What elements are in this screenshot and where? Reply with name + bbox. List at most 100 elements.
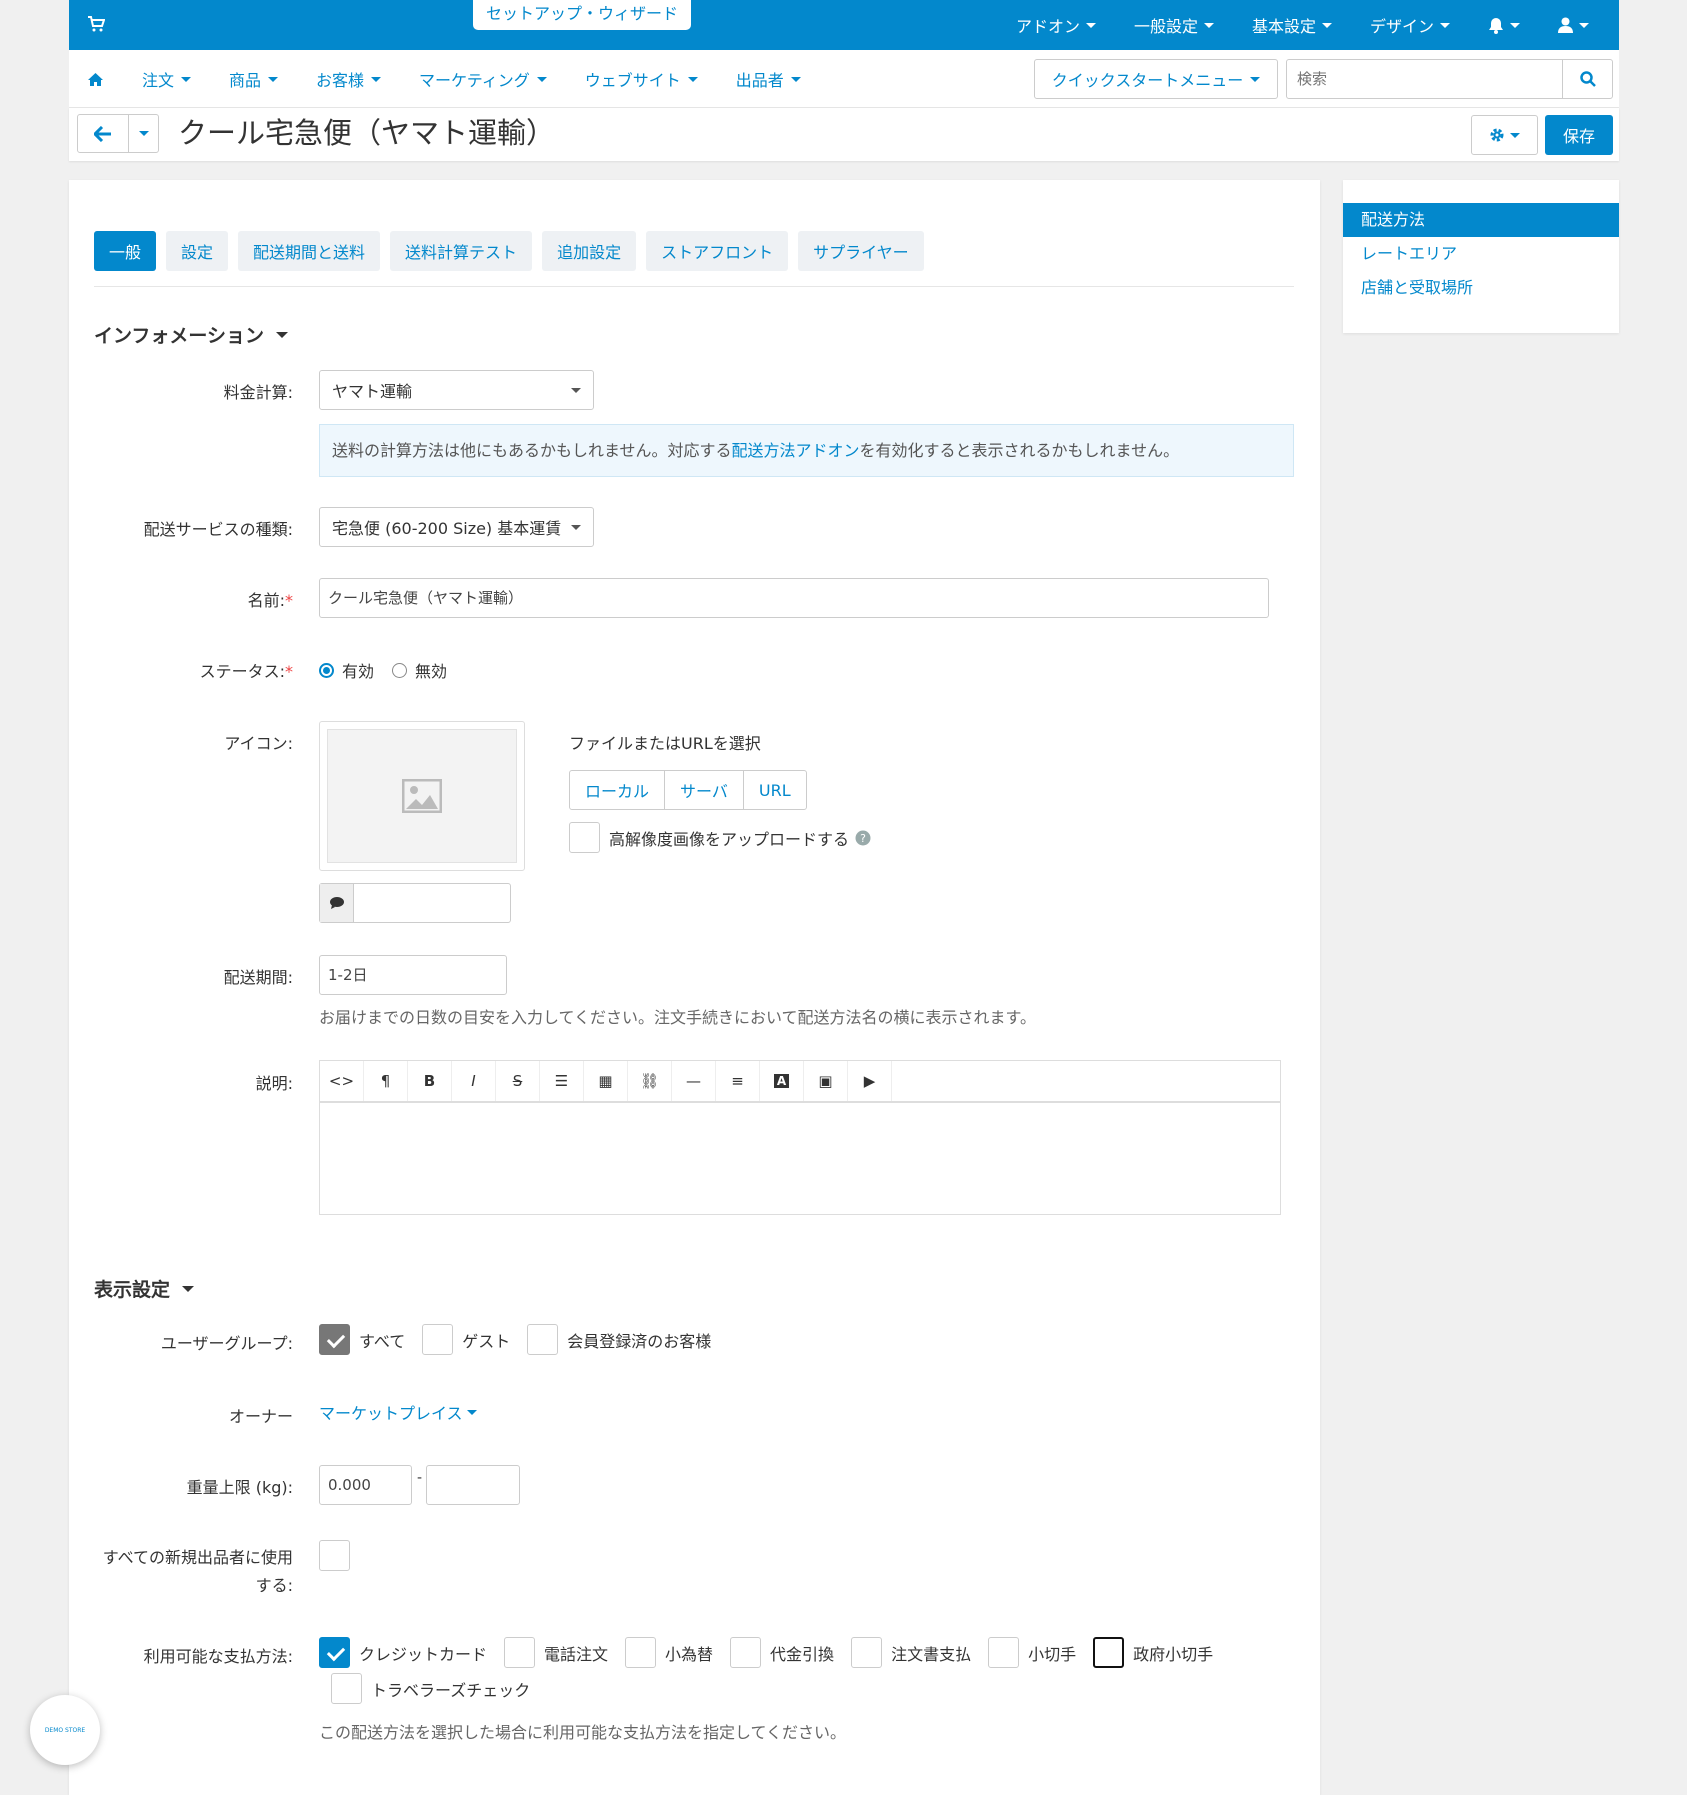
sidebar-item-shipping-methods[interactable]: 配送方法 — [1343, 203, 1619, 237]
font-color-icon[interactable]: A — [760, 1061, 804, 1101]
tab-settings[interactable]: 設定 — [166, 231, 229, 271]
icon-alt-input[interactable] — [354, 884, 510, 922]
search-button[interactable] — [1562, 60, 1612, 98]
link-icon[interactable]: ⛓ — [628, 1061, 672, 1101]
search-input[interactable] — [1287, 60, 1562, 98]
section-information-toggle[interactable]: インフォメーション — [94, 321, 289, 348]
payment-credit-card-checkbox[interactable] — [319, 1637, 350, 1668]
settings-dropdown-button[interactable] — [1471, 115, 1538, 155]
user-menu-button[interactable] — [1558, 17, 1589, 33]
service-type-label: 配送サービスの種類: — [143, 520, 293, 539]
caret-down-icon — [687, 76, 698, 82]
local-file-button[interactable]: ローカル — [570, 771, 666, 809]
paragraph-icon[interactable]: ¶ — [364, 1061, 408, 1101]
tab-additional-settings[interactable]: 追加設定 — [542, 231, 637, 271]
question-icon[interactable]: ? — [855, 830, 871, 846]
payment-phone-order[interactable]: 電話注文 — [504, 1637, 608, 1668]
tab-rate-test[interactable]: 送料計算テスト — [390, 231, 533, 271]
shipping-addons-link[interactable]: 配送方法アドオン — [732, 441, 860, 460]
demo-store-badge[interactable]: DEMO STORE — [30, 1695, 100, 1765]
url-button[interactable]: URL — [744, 771, 806, 809]
new-vendors-checkbox[interactable] — [319, 1540, 350, 1571]
nav-marketing[interactable]: マーケティング — [419, 67, 547, 91]
back-button[interactable] — [77, 114, 129, 153]
strikethrough-icon[interactable]: S — [496, 1061, 540, 1101]
align-icon[interactable]: ≡ — [716, 1061, 760, 1101]
nav-products[interactable]: 商品 — [229, 67, 279, 91]
payment-money-order-checkbox[interactable] — [625, 1637, 657, 1668]
sidebar-item-rate-areas[interactable]: レートエリア — [1343, 237, 1619, 271]
nav-orders[interactable]: 注文 — [142, 67, 192, 91]
weight-min-input[interactable]: 0.000 — [319, 1465, 412, 1505]
caret-down-icon — [790, 76, 801, 82]
payment-government-check[interactable]: 政府小切手 — [1093, 1637, 1213, 1668]
tab-storefronts[interactable]: ストアフロント — [646, 231, 789, 271]
top-menu-addons[interactable]: アドオン — [1016, 13, 1096, 37]
bold-icon[interactable]: B — [408, 1061, 452, 1101]
code-view-icon[interactable]: <> — [320, 1061, 364, 1101]
payment-phone-order-checkbox[interactable] — [504, 1637, 536, 1668]
weight-limit-label: 重量上限 (kg): — [186, 1478, 293, 1497]
status-active-radio[interactable] — [319, 662, 334, 678]
notifications-button[interactable] — [1488, 17, 1520, 34]
usergroup-registered-checkbox[interactable] — [527, 1324, 559, 1355]
name-input[interactable]: クール宅急便（ヤマト運輸） — [319, 578, 1269, 618]
usergroup-registered[interactable]: 会員登録済のお客様 — [527, 1324, 711, 1355]
payment-cod[interactable]: 代金引換 — [730, 1637, 834, 1668]
video-icon[interactable]: ▶ — [848, 1061, 892, 1101]
home-button[interactable] — [87, 72, 104, 87]
nav-website[interactable]: ウェブサイト — [585, 67, 698, 91]
payment-check-checkbox[interactable] — [988, 1637, 1020, 1668]
status-inactive-radio[interactable] — [392, 662, 408, 678]
save-button[interactable]: 保存 — [1545, 115, 1613, 155]
payment-cod-checkbox[interactable] — [730, 1637, 762, 1668]
tab-suppliers[interactable]: サプライヤー — [798, 231, 924, 271]
top-menu-basic-settings[interactable]: 基本設定 — [1252, 13, 1332, 37]
top-menu-design[interactable]: デザイン — [1370, 13, 1450, 37]
tab-general[interactable]: 一般 — [94, 231, 157, 271]
payment-money-order[interactable]: 小為替 — [625, 1637, 713, 1668]
usergroup-all[interactable]: すべて — [319, 1324, 405, 1355]
setup-wizard-button[interactable]: セットアップ・ウィザード — [473, 0, 692, 30]
top-menu-general-settings[interactable]: 一般設定 — [1134, 13, 1214, 37]
section-display-toggle[interactable]: 表示設定 — [94, 1275, 195, 1302]
tab-divider — [94, 286, 1294, 287]
owner-dropdown[interactable]: マーケットプレイス — [319, 1400, 477, 1424]
quickstart-menu-button[interactable]: クイックスタートメニュー — [1034, 59, 1278, 99]
payment-travelers-check-checkbox[interactable] — [331, 1673, 362, 1704]
horizontal-rule-icon[interactable]: — — [672, 1061, 716, 1101]
nav-vendors[interactable]: 出品者 — [736, 67, 801, 91]
caret-down-icon — [466, 1409, 477, 1415]
caret-down-icon — [1203, 22, 1214, 28]
caret-down-icon — [276, 331, 289, 338]
nav-customers[interactable]: お客様 — [316, 67, 382, 91]
bullet-list-icon[interactable]: ☰ — [540, 1061, 584, 1101]
payment-credit-card[interactable]: クレジットカード — [319, 1637, 487, 1668]
usergroup-all-checkbox[interactable] — [319, 1324, 350, 1355]
tab-delivery-time-and-rates[interactable]: 配送期間と送料 — [238, 231, 381, 271]
payment-travelers-check[interactable]: トラベラーズチェック — [331, 1673, 530, 1704]
user-icon — [1558, 17, 1573, 33]
payment-purchase-order-checkbox[interactable] — [851, 1637, 883, 1668]
usergroup-guest[interactable]: ゲスト — [422, 1324, 510, 1355]
service-type-select[interactable]: 宅急便 (60-200 Size) 基本運賃 — [319, 507, 594, 547]
payment-government-check-checkbox[interactable] — [1093, 1637, 1125, 1668]
rate-calc-select[interactable]: ヤマト運輸 — [319, 370, 594, 410]
server-file-button[interactable]: サーバ — [665, 771, 744, 809]
italic-icon[interactable]: I — [452, 1061, 496, 1101]
usergroup-guest-checkbox[interactable] — [422, 1324, 454, 1355]
cart-icon[interactable] — [87, 15, 105, 33]
back-dropdown-button[interactable] — [128, 114, 159, 153]
weight-max-input[interactable] — [426, 1465, 520, 1505]
image-icon[interactable]: ▣ — [804, 1061, 848, 1101]
hires-checkbox[interactable] — [569, 822, 600, 853]
info-box: 送料の計算方法は他にもあるかもしれません。対応する配送方法アドオンを有効化すると… — [319, 424, 1294, 477]
caret-down-icon — [1440, 22, 1450, 28]
payment-purchase-order[interactable]: 注文書支払 — [851, 1637, 971, 1668]
chevron-down-icon — [571, 387, 581, 393]
delivery-time-input[interactable]: 1-2日 — [319, 955, 507, 995]
editor-content[interactable] — [320, 1103, 1280, 1213]
payment-check[interactable]: 小切手 — [988, 1637, 1076, 1668]
table-icon[interactable]: ▦ — [584, 1061, 628, 1101]
sidebar-item-stores[interactable]: 店舗と受取場所 — [1343, 271, 1619, 305]
